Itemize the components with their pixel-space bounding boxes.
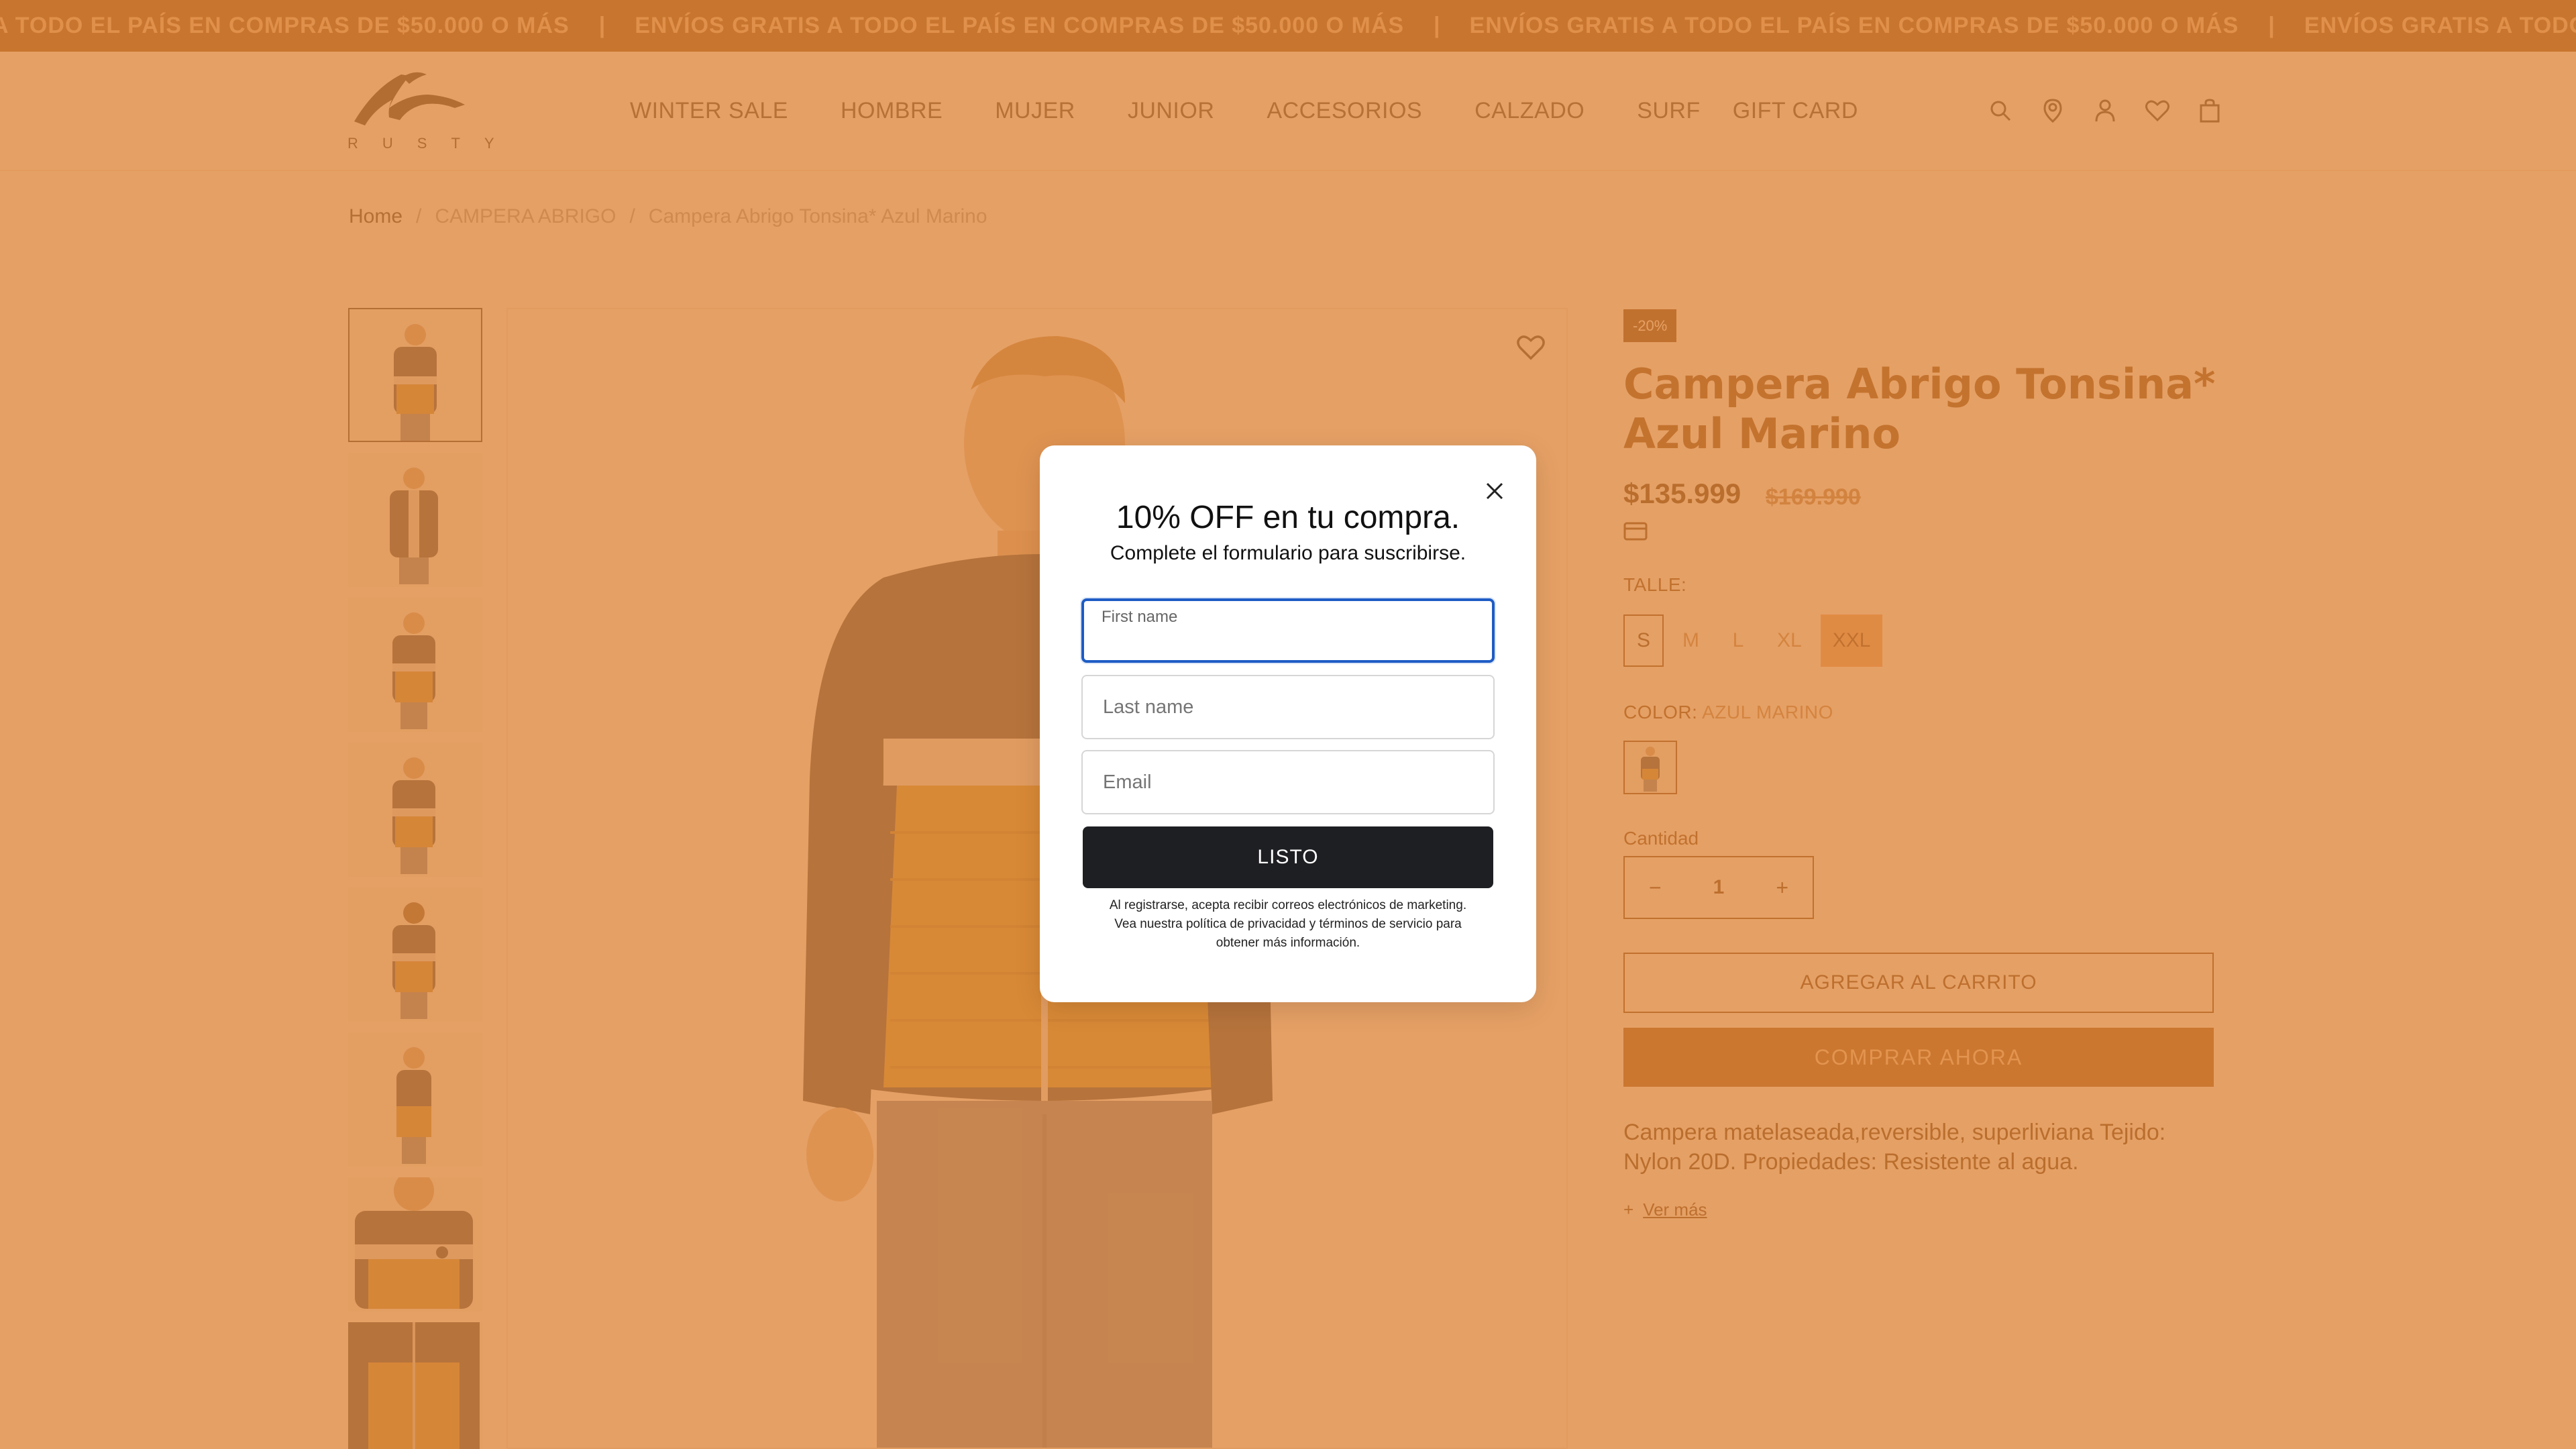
bag-icon[interactable] (2195, 96, 2224, 125)
jacket-image (392, 902, 435, 1019)
quantity-increase-button[interactable]: + (1776, 875, 1788, 900)
see-more-label: Ver más (1643, 1199, 1707, 1220)
breadcrumb-category[interactable]: CAMPERA ABRIGO (435, 205, 616, 228)
modal-title: 10% OFF en tu compra. (1116, 500, 1460, 535)
add-to-cart-button[interactable]: AGREGAR AL CARRITO (1623, 953, 2214, 1013)
announcement-text: ENVÍOS GRATIS A TODO (2304, 13, 2576, 38)
quantity-decrease-button[interactable]: − (1649, 875, 1662, 900)
jacket-image (394, 324, 437, 441)
last-name-field[interactable] (1081, 675, 1495, 739)
thumbnail[interactable] (348, 453, 482, 587)
wishlist-heart-icon[interactable] (1513, 330, 1548, 365)
nav-item-gift-card[interactable]: GIFT CARD (1733, 98, 1858, 124)
product-title: Campera Abrigo Tonsina* Azul Marino (1623, 360, 2216, 458)
size-option-s[interactable]: S (1623, 614, 1664, 667)
size-option-m[interactable]: M (1670, 614, 1711, 667)
announcement-text: ENVÍOS GRATIS A TODO EL PAÍS EN COMPRAS … (1469, 13, 2239, 38)
quantity-stepper: − 1 + (1623, 856, 1814, 919)
color-swatch-azul-marino[interactable] (1623, 741, 1677, 794)
legal-disclaimer: Al registrarse, acepta recibir correos e… (1109, 898, 1467, 950)
heart-icon[interactable] (2143, 96, 2172, 125)
color-value: AZUL MARINO (1702, 702, 1833, 722)
breadcrumb-home[interactable]: Home (349, 205, 402, 228)
email-field[interactable] (1081, 750, 1495, 814)
jacket-image (355, 1177, 473, 1309)
thumbnail[interactable] (348, 308, 482, 442)
size-option-l[interactable]: L (1718, 614, 1758, 667)
thumbnail[interactable] (348, 598, 482, 732)
breadcrumb-separator: / (416, 205, 422, 227)
nav-item-calzado[interactable]: CALZADO (1474, 98, 1585, 124)
announcement-text: A TODO EL PAÍS EN COMPRAS DE $50.000 O M… (0, 13, 570, 38)
quantity-label: Cantidad (1623, 828, 1699, 849)
submit-button[interactable]: LISTO (1083, 826, 1493, 888)
breadcrumb-separator: / (629, 205, 635, 227)
nav-item-mujer[interactable]: MUJER (995, 98, 1075, 124)
product-description: Campera matelaseada,reversible, superliv… (1623, 1120, 2166, 1175)
credit-card-icon (1623, 522, 1648, 541)
jacket-image (392, 757, 435, 874)
thumbnail[interactable] (348, 743, 482, 877)
thumbnail[interactable] (348, 1032, 482, 1167)
discount-badge: -20% (1623, 309, 1677, 342)
nav-item-junior[interactable]: JUNIOR (1128, 98, 1215, 124)
color-label-row: COLOR: AZUL MARINO (1623, 702, 1833, 723)
jacket-image (396, 1047, 431, 1164)
jacket-image (348, 1322, 480, 1449)
size-label: TALLE: (1623, 574, 1687, 595)
first-name-floating-label: First name (1102, 608, 1178, 626)
site-header: RUSTY WINTER SALE HOMBRE MUJER JUNIOR AC… (0, 52, 2576, 171)
size-selector: S M L XL XXL (1623, 614, 1883, 667)
announcement-text: ENVÍOS GRATIS A TODO EL PAÍS EN COMPRAS … (635, 13, 1405, 38)
account-login-icon[interactable] (2038, 96, 2068, 125)
announcement-separator: | (1434, 13, 1440, 38)
nav-item-winter-sale[interactable]: WINTER SALE (630, 98, 788, 124)
see-more-link[interactable]: + Ver más (1623, 1199, 1707, 1220)
header-actions (1986, 96, 2224, 125)
announcement-bar: A TODO EL PAÍS EN COMPRAS DE $50.000 O M… (0, 0, 2576, 52)
breadcrumb: Home / CAMPERA ABRIGO / Campera Abrigo T… (349, 205, 987, 228)
plus-icon: + (1623, 1199, 1634, 1220)
brand-logo[interactable]: RUSTY (347, 68, 519, 155)
modal-subtitle: Complete el formulario para suscribirse. (1110, 542, 1466, 564)
nav-item-accesorios[interactable]: ACCESORIOS (1267, 98, 1422, 124)
search-icon[interactable] (1986, 96, 2015, 125)
quantity-value[interactable]: 1 (1713, 876, 1725, 899)
size-option-xl[interactable]: XL (1765, 614, 1814, 667)
jacket-image (390, 468, 438, 584)
thumbnail[interactable] (348, 1177, 482, 1311)
breadcrumb-current: Campera Abrigo Tonsina* Azul Marino (648, 205, 987, 227)
jacket-image (392, 612, 435, 729)
nav-item-surf[interactable]: SURF (1637, 98, 1701, 124)
thumbnail[interactable] (348, 888, 482, 1022)
product-price: $135.999 (1623, 478, 1741, 509)
nav-item-hombre[interactable]: HOMBRE (841, 98, 943, 124)
thumbnail[interactable] (348, 1322, 482, 1449)
size-option-xxl[interactable]: XXL (1820, 614, 1883, 667)
buy-now-button[interactable]: COMPRAR AHORA (1623, 1028, 2214, 1087)
rusty-logo-mark (354, 72, 465, 125)
main-nav: WINTER SALE HOMBRE MUJER JUNIOR ACCESORI… (630, 96, 1858, 125)
announcement-separator: | (2268, 13, 2275, 38)
user-icon[interactable] (2090, 96, 2120, 125)
thumbnail-list (348, 308, 484, 1449)
color-label: COLOR: (1623, 702, 1698, 722)
product-old-price: $169.990 (1766, 484, 1861, 510)
logo-wordmark: RUSTY (347, 135, 519, 152)
announcement-separator: | (598, 13, 606, 38)
newsletter-modal: 10% OFF en tu compra. Complete el formul… (1040, 445, 1536, 1002)
